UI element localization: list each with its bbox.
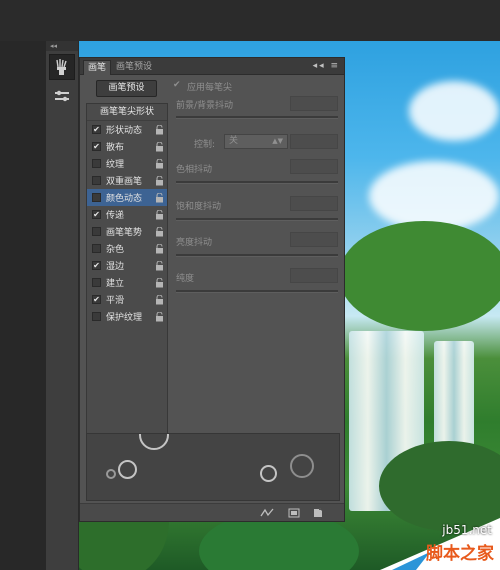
dock-collapse-grip[interactable]: ◂◂ (46, 41, 78, 51)
brush-panel: 画笔 画笔预设 ◂◂ ≡ 画笔预设 画笔笔尖形状 ✔ 形状动态 ✔ 散布纹理双重画笔颜… (79, 57, 345, 522)
brush-setting-checkbox[interactable] (92, 227, 101, 236)
brush-setting-checkbox[interactable] (92, 278, 101, 287)
watermark-url: jb51.net (442, 523, 492, 537)
preview-dab (118, 460, 137, 479)
open-preset-manager-icon[interactable] (288, 507, 300, 519)
lock-icon[interactable] (155, 260, 164, 271)
brush-setting-row[interactable]: 杂色 (87, 240, 167, 257)
tree-foliage (339, 221, 500, 331)
saturation-jitter-label: 饱和度抖动 (176, 202, 222, 212)
purity-slider[interactable] (176, 290, 338, 293)
brush-setting-row[interactable]: ✔ 湿边 (87, 257, 167, 274)
chevron-updown-icon: ▲▼ (272, 137, 283, 145)
lock-icon[interactable] (155, 175, 164, 186)
control-label: 控制: (194, 140, 216, 150)
lock-icon[interactable] (155, 294, 164, 305)
brush-stroke-preview (86, 433, 340, 501)
hue-jitter-field[interactable] (290, 159, 338, 174)
brush-tip-shape-item[interactable]: 画笔笔尖形状 (87, 104, 167, 121)
sky-cloud (409, 81, 499, 141)
brightness-jitter-label: 亮度抖动 (176, 238, 213, 248)
lock-icon[interactable] (155, 311, 164, 322)
control-field[interactable] (290, 134, 338, 149)
panel-dock-strip: ◂◂ (46, 41, 79, 570)
fg-bg-jitter-label: 前景/背景抖动 (176, 101, 234, 111)
saturation-jitter-field[interactable] (290, 196, 338, 211)
brush-setting-row[interactable]: ✔ 形状动态 (87, 121, 167, 138)
brush-setting-label: 颜色动态 (106, 194, 143, 204)
brush-setting-checkbox[interactable]: ✔ (92, 261, 101, 270)
brush-setting-checkbox[interactable] (92, 312, 101, 321)
fg-bg-jitter-slider[interactable] (176, 116, 338, 119)
lock-icon[interactable] (155, 243, 164, 254)
brush-panel-icon[interactable] (49, 54, 75, 80)
tab-brush-presets[interactable]: 画笔预设 (112, 60, 156, 75)
control-select[interactable]: 关 ▲▼ (224, 134, 288, 149)
brush-presets-icon[interactable] (49, 83, 75, 109)
create-new-brush-icon[interactable] (312, 507, 324, 519)
brush-setting-checkbox[interactable]: ✔ (92, 142, 101, 151)
brush-setting-row[interactable]: ✔ 传递 (87, 206, 167, 223)
brush-settings-list: 画笔笔尖形状 ✔ 形状动态 ✔ 散布纹理双重画笔颜色动态 ✔ 传递画笔笔势杂色 ✔ 湿边建立 ✔… (86, 103, 168, 483)
panel-tab-bar: 画笔 画笔预设 ◂◂ ≡ (80, 58, 344, 75)
preview-dab (106, 469, 116, 479)
apply-per-tip-label: 应用每笔尖 (187, 83, 233, 93)
brush-setting-checkbox[interactable] (92, 193, 101, 202)
brush-setting-checkbox[interactable] (92, 176, 101, 185)
brush-setting-row[interactable]: ✔ 散布 (87, 138, 167, 155)
lock-icon[interactable] (155, 192, 164, 203)
brush-presets-button[interactable]: 画笔预设 (96, 80, 157, 97)
brush-setting-checkbox[interactable]: ✔ (92, 125, 101, 134)
brush-setting-label: 保护纹理 (106, 313, 143, 323)
brush-setting-row[interactable]: 保护纹理 (87, 308, 167, 325)
apply-per-tip-checkbox[interactable]: ✔ (173, 81, 182, 90)
brush-setting-checkbox[interactable] (92, 244, 101, 253)
panel-bottom-bar (80, 503, 344, 521)
brush-setting-checkbox[interactable]: ✔ (92, 295, 101, 304)
panel-menu-icon[interactable]: ◂◂ ≡ (313, 61, 340, 71)
brush-setting-label: 形状动态 (106, 126, 143, 136)
brush-setting-label: 传递 (106, 211, 125, 221)
brightness-jitter-slider[interactable] (176, 254, 338, 257)
lock-icon[interactable] (155, 141, 164, 152)
brush-setting-label: 散布 (106, 143, 125, 153)
hue-jitter-slider[interactable] (176, 181, 338, 184)
saturation-jitter-slider[interactable] (176, 218, 338, 221)
preview-dab (290, 454, 314, 478)
preview-dab (139, 434, 169, 450)
brush-setting-label: 画笔笔势 (106, 228, 143, 238)
brightness-jitter-field[interactable] (290, 232, 338, 247)
fg-bg-jitter-field[interactable] (290, 96, 338, 111)
brush-setting-label: 湿边 (106, 262, 125, 272)
site-watermark: jb51.net 脚本之家 (360, 510, 500, 570)
watermark-text: 脚本之家 (426, 544, 494, 564)
hue-jitter-label: 色相抖动 (176, 165, 213, 175)
brush-setting-checkbox[interactable] (92, 159, 101, 168)
lock-icon[interactable] (155, 158, 164, 169)
brush-setting-label: 纹理 (106, 160, 125, 170)
brush-setting-row[interactable]: 双重画笔 (87, 172, 167, 189)
toggle-live-tip-preview-icon[interactable] (260, 507, 274, 519)
brush-setting-row[interactable]: ✔ 平滑 (87, 291, 167, 308)
brush-setting-checkbox[interactable]: ✔ (92, 210, 101, 219)
brush-setting-label: 建立 (106, 279, 125, 289)
tab-brush[interactable]: 画笔 (83, 60, 112, 75)
lock-icon[interactable] (155, 226, 164, 237)
purity-label: 纯度 (176, 274, 195, 284)
brush-setting-row[interactable]: 纹理 (87, 155, 167, 172)
brush-setting-label: 平滑 (106, 296, 125, 306)
brush-setting-row[interactable]: 画笔笔势 (87, 223, 167, 240)
brush-setting-row[interactable]: 建立 (87, 274, 167, 291)
brush-setting-label: 杂色 (106, 245, 125, 255)
brush-setting-label: 双重画笔 (106, 177, 143, 187)
purity-field[interactable] (290, 268, 338, 283)
app-background-top (0, 0, 500, 41)
control-select-value: 关 (229, 136, 239, 146)
preview-dab (260, 465, 277, 482)
lock-icon[interactable] (155, 209, 164, 220)
lock-icon[interactable] (155, 124, 164, 135)
brush-setting-row[interactable]: 颜色动态 (87, 189, 167, 206)
lock-icon[interactable] (155, 277, 164, 288)
